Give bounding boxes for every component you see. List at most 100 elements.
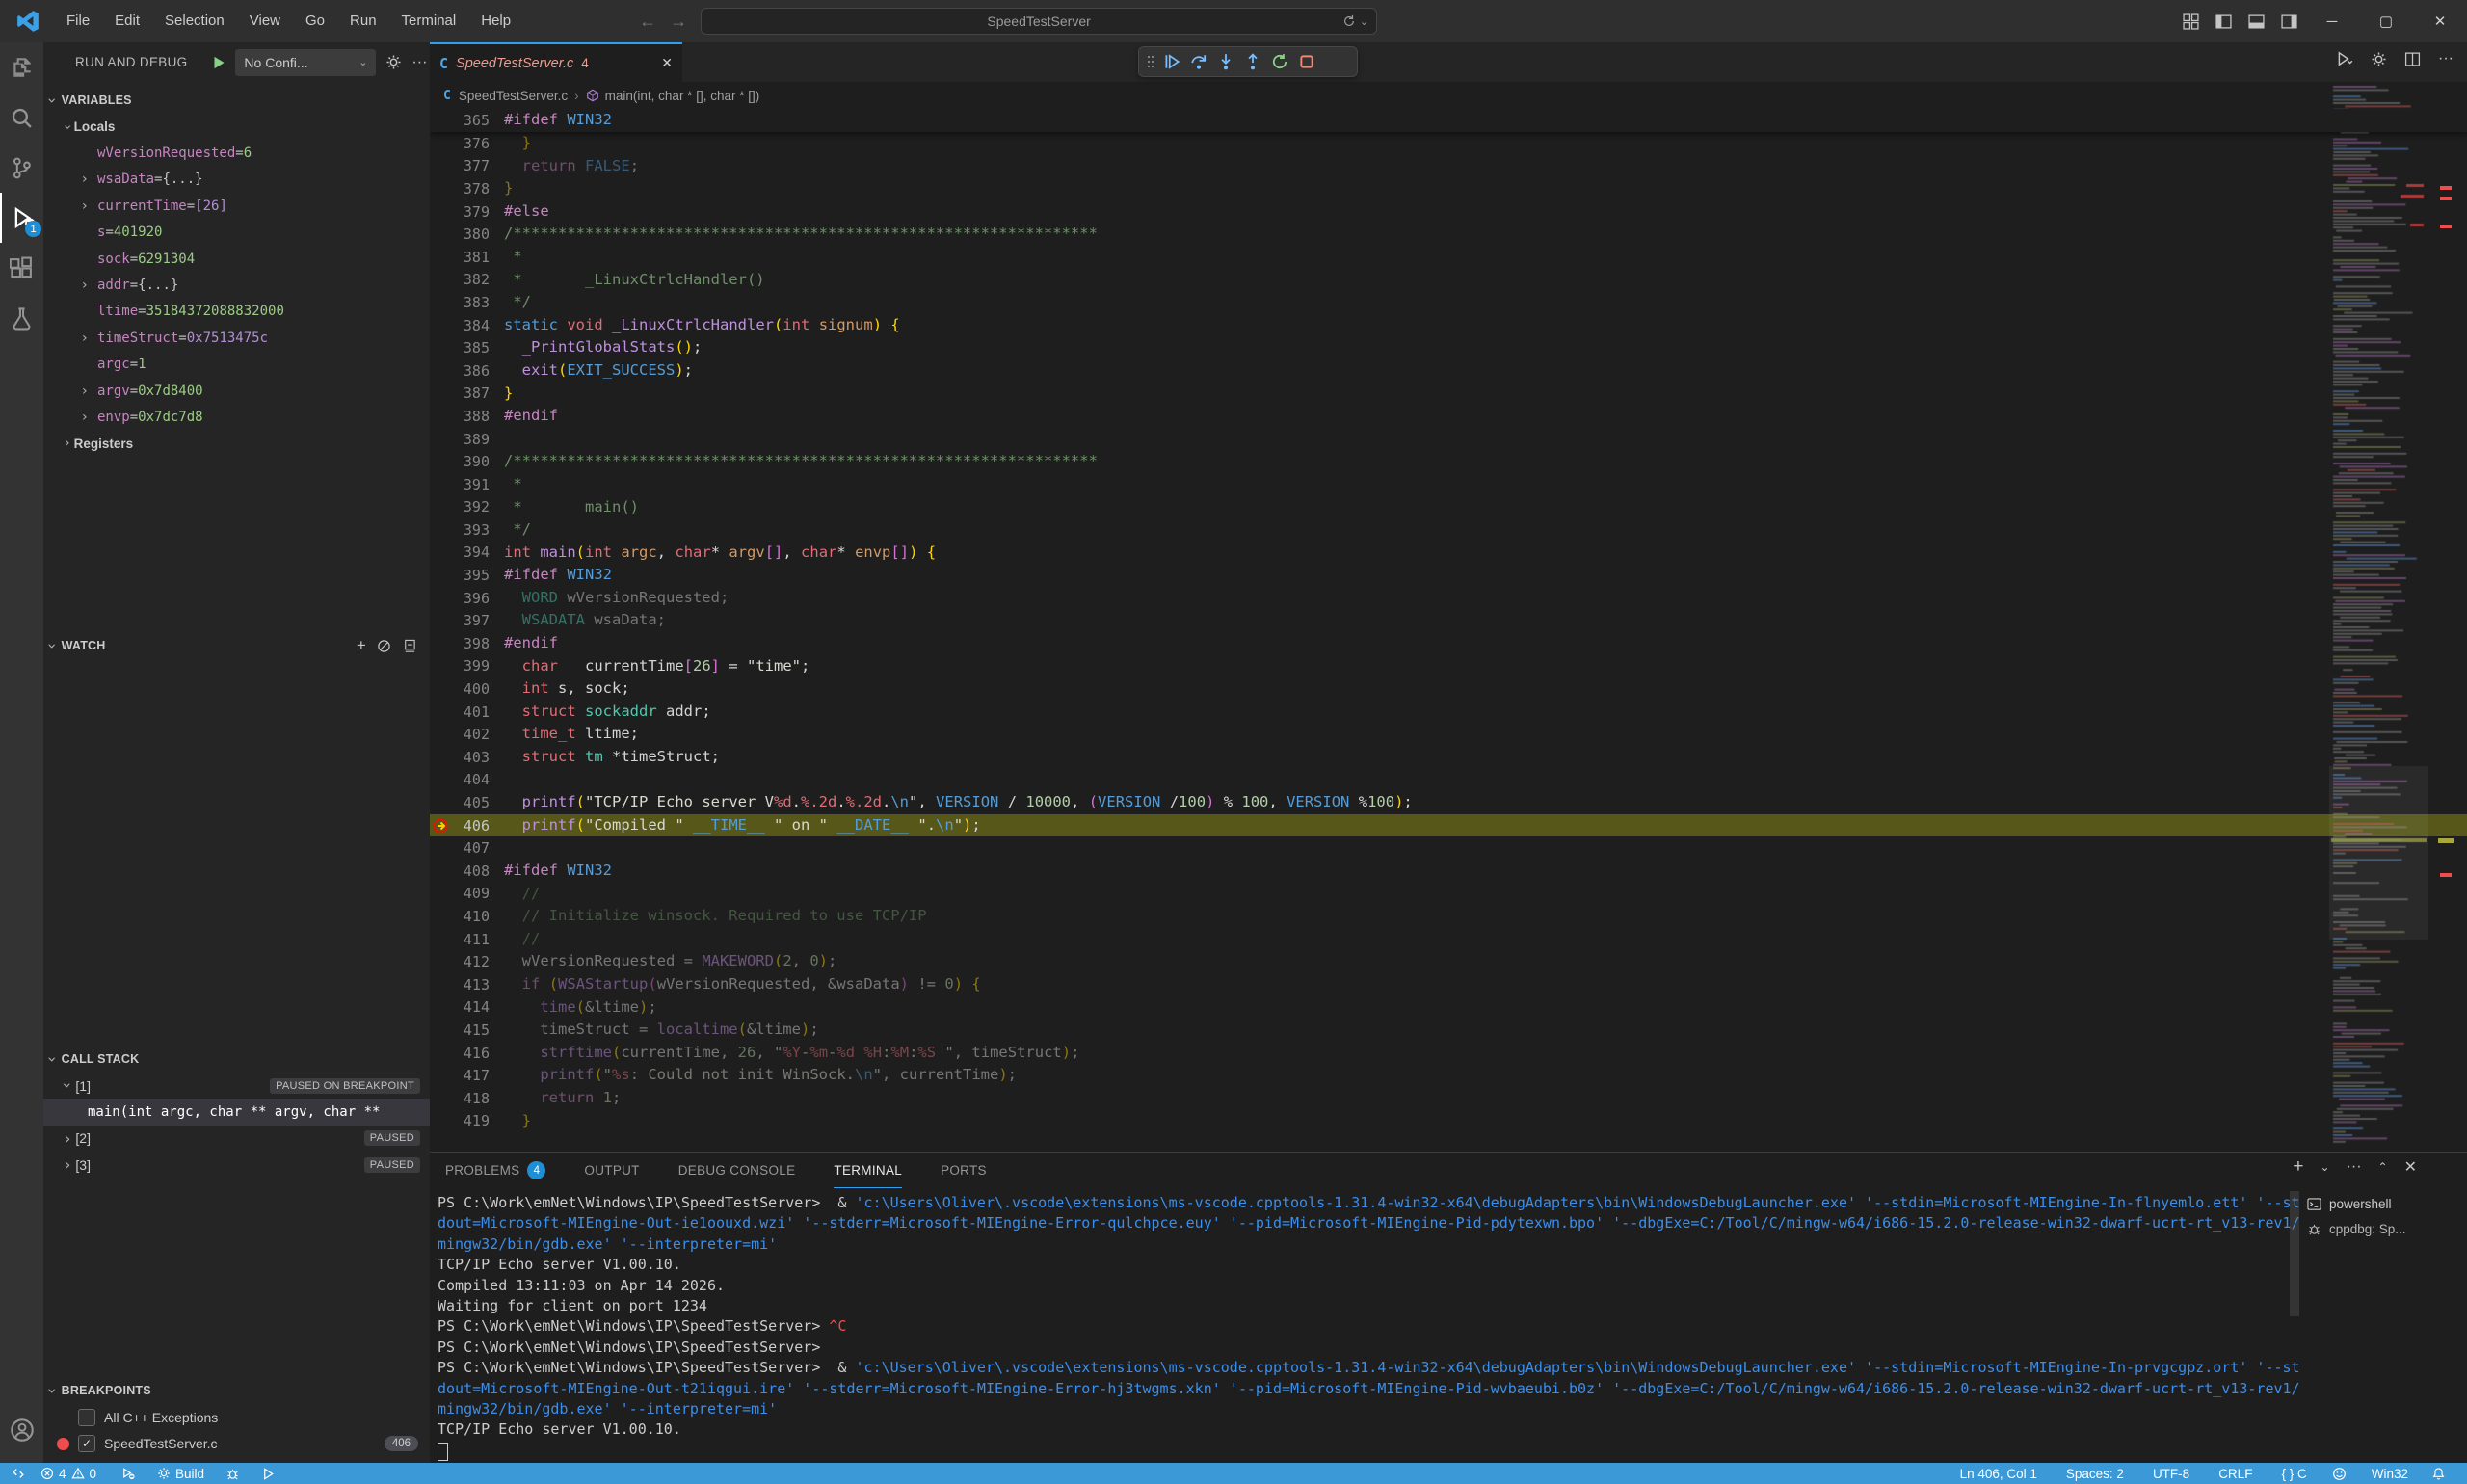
line-number[interactable]: 402 <box>430 726 490 743</box>
customize-layout-icon[interactable] <box>2174 7 2207 36</box>
call-stack-header[interactable]: › CALL STACK <box>43 1046 430 1073</box>
testing-icon[interactable] <box>0 293 43 343</box>
step-over-button[interactable] <box>1185 49 1212 74</box>
add-expression-icon[interactable]: + <box>357 636 366 655</box>
line-number[interactable]: 388 <box>430 408 490 425</box>
settings-gear-icon[interactable] <box>385 54 402 70</box>
breakpoints-header[interactable]: › BREAKPOINTS <box>43 1377 430 1404</box>
variable-envp[interactable]: ›envp = 0x7dc7d8 <box>43 404 430 430</box>
close-button[interactable]: ✕ <box>2413 0 2467 42</box>
line-number[interactable]: 378 <box>430 180 490 198</box>
sticky-scroll-line[interactable]: 365#ifdef WIN32 <box>430 109 2467 132</box>
menu-go[interactable]: Go <box>293 0 337 42</box>
toolbar-drag-handle[interactable] <box>1143 49 1158 74</box>
run-task-button[interactable] <box>253 1463 283 1484</box>
tab-ports[interactable]: PORTS <box>941 1153 987 1188</box>
variable-sock[interactable]: sock = 6291304 <box>43 246 430 272</box>
build-config[interactable]: Win32 <box>2364 1463 2416 1484</box>
stack-thread-1[interactable]: › [1] PAUSED ON BREAKPOINT <box>43 1073 430 1099</box>
line-number[interactable]: 381 <box>430 249 490 266</box>
stack-thread-2[interactable]: › [2] PAUSED <box>43 1126 430 1152</box>
circle-slash-icon[interactable] <box>377 639 391 653</box>
variable-wsaData[interactable]: ›wsaData = {...} <box>43 167 430 193</box>
watch-section-header[interactable]: › WATCH + <box>43 632 430 659</box>
menu-edit[interactable]: Edit <box>102 0 152 42</box>
build-task-button[interactable]: Build <box>149 1463 212 1484</box>
explorer-icon[interactable] <box>0 42 43 93</box>
toggle-panel-icon[interactable] <box>2240 7 2272 36</box>
debug-status-button[interactable] <box>218 1463 248 1484</box>
cursor-position[interactable]: Ln 406, Col 1 <box>1952 1463 2045 1484</box>
line-number[interactable]: 377 <box>430 157 490 174</box>
breadcrumb[interactable]: C SpeedTestServer.c › main(int, char * [… <box>430 82 2467 109</box>
extensions-icon[interactable] <box>0 243 43 293</box>
code-editor[interactable]: 376 }377 return FALSE;378}379#else380/**… <box>430 109 2467 1152</box>
line-number[interactable]: 384 <box>430 317 490 334</box>
problems-status[interactable]: 4 0 <box>33 1463 104 1484</box>
maximize-panel-icon[interactable]: ⌃ <box>2378 1160 2388 1174</box>
terminal-profile-chevron-icon[interactable]: ⌄ <box>2320 1160 2329 1174</box>
new-terminal-icon[interactable]: + <box>2293 1156 2303 1178</box>
tab-close-icon[interactable]: ✕ <box>661 55 673 71</box>
stack-frame-main[interactable]: main(int argc, char ** argv, char ** <box>43 1099 430 1125</box>
remote-indicator[interactable] <box>0 1463 33 1484</box>
line-number[interactable]: 410 <box>430 908 490 925</box>
variable-timeStruct[interactable]: ›timeStruct = 0x7513475c <box>43 325 430 351</box>
line-number[interactable]: 376 <box>430 135 490 152</box>
breakpoint-file[interactable]: ✓ SpeedTestServer.c 406 <box>43 1430 430 1456</box>
checkbox-unchecked[interactable] <box>78 1409 95 1426</box>
line-number[interactable]: 404 <box>430 771 490 788</box>
menu-run[interactable]: Run <box>337 0 389 42</box>
line-number[interactable]: 385 <box>430 339 490 357</box>
minimap[interactable] <box>2329 82 2428 1152</box>
step-into-button[interactable] <box>1212 49 1239 74</box>
line-number[interactable]: 409 <box>430 885 490 902</box>
forward-arrow-icon[interactable]: → <box>670 12 687 32</box>
line-number[interactable]: 387 <box>430 384 490 402</box>
toggle-secondary-sidebar-icon[interactable] <box>2272 7 2305 36</box>
collapse-all-icon[interactable] <box>402 639 416 653</box>
variable-currentTime[interactable]: ›currentTime = [26] <box>43 193 430 219</box>
breakpoint-exceptions[interactable]: All C++ Exceptions <box>43 1404 430 1430</box>
line-number[interactable]: 399 <box>430 657 490 675</box>
debug-config-dropdown[interactable]: No Confi... ⌄ <box>235 49 376 76</box>
language-mode[interactable]: { } C <box>2273 1463 2314 1484</box>
maximize-button[interactable]: ▢ <box>2359 0 2413 42</box>
line-number[interactable]: 389 <box>430 431 490 448</box>
line-number[interactable]: 395 <box>430 567 490 584</box>
more-actions-icon[interactable]: ··· <box>2347 1158 2362 1176</box>
line-number[interactable]: 419 <box>430 1112 490 1129</box>
breakpoint-current-icon[interactable] <box>432 816 451 835</box>
toggle-sidebar-icon[interactable] <box>2207 7 2240 36</box>
line-number[interactable]: 365 <box>430 112 490 129</box>
stack-thread-3[interactable]: › [3] PAUSED <box>43 1152 430 1178</box>
feedback-smiley[interactable] <box>2324 1463 2354 1484</box>
menu-terminal[interactable]: Terminal <box>389 0 469 42</box>
more-actions-icon[interactable]: ··· <box>2438 50 2454 67</box>
restart-button[interactable] <box>1266 49 1293 74</box>
line-number[interactable]: 383 <box>430 294 490 311</box>
back-arrow-icon[interactable]: ← <box>639 12 656 32</box>
source-control-icon[interactable] <box>0 143 43 193</box>
search-icon[interactable] <box>0 93 43 143</box>
variable-ltime[interactable]: ltime = 35184372088832000 <box>43 299 430 325</box>
account-icon[interactable] <box>0 1405 43 1455</box>
terminal-item-powershell[interactable]: powershell <box>2307 1191 2461 1216</box>
line-number[interactable]: 401 <box>430 703 490 721</box>
registers-group[interactable]: › Registers <box>43 431 430 457</box>
line-number[interactable]: 418 <box>430 1090 490 1107</box>
variable-argc[interactable]: argc = 1 <box>43 352 430 378</box>
stop-button[interactable] <box>1293 49 1320 74</box>
line-number[interactable]: 412 <box>430 953 490 970</box>
terminal-scrollbar[interactable] <box>2290 1191 2299 1316</box>
line-number[interactable]: 416 <box>430 1045 490 1062</box>
variable-wVersionRequested[interactable]: wVersionRequested = 6 <box>43 140 430 166</box>
line-number[interactable]: 391 <box>430 476 490 493</box>
locals-group[interactable]: › Locals <box>43 114 430 140</box>
settings-gear-icon[interactable] <box>2371 51 2387 67</box>
more-actions-icon[interactable]: ··· <box>411 54 427 71</box>
line-number[interactable]: 380 <box>430 225 490 243</box>
line-number[interactable]: 413 <box>430 976 490 994</box>
tab-debug-console[interactable]: DEBUG CONSOLE <box>678 1153 796 1188</box>
line-number[interactable]: 411 <box>430 931 490 948</box>
